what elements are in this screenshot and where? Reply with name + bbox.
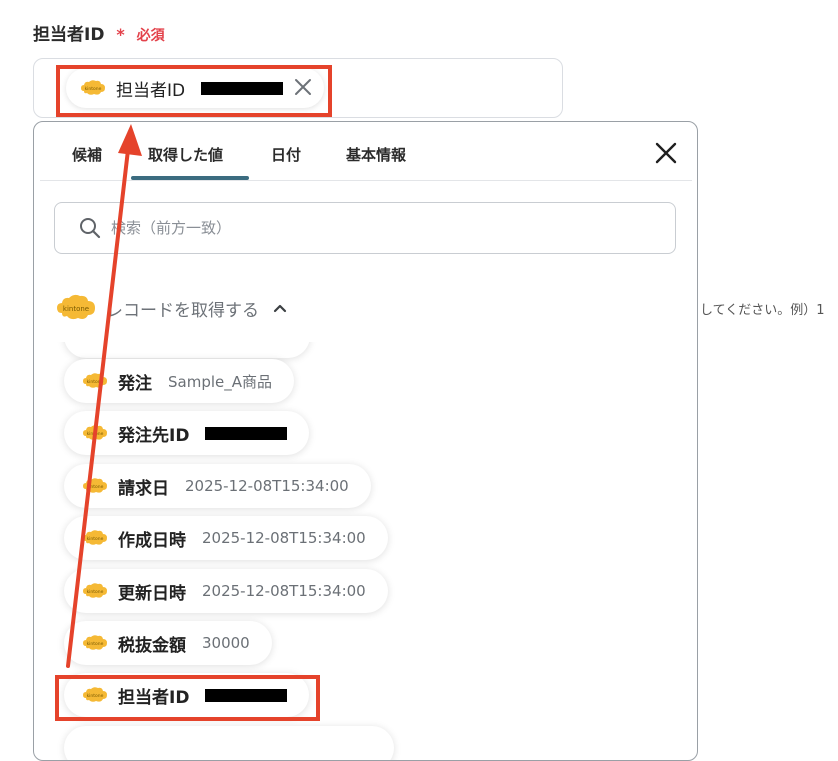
list-item[interactable]: kintone 税抜金額 30000	[64, 621, 272, 665]
tab-date[interactable]: 日付	[271, 144, 301, 165]
item-value: 2025-12-08T15:34:00	[185, 477, 349, 495]
item-name: 税抜金額	[118, 635, 186, 656]
active-tab-indicator	[131, 176, 249, 180]
search-input[interactable]	[109, 218, 633, 238]
list-item[interactable]: kintone 作成日時 2025-12-08T15:34:00	[64, 516, 388, 560]
svg-text:kintone: kintone	[87, 484, 104, 490]
item-name: 発注先ID	[118, 425, 190, 446]
tab-basic-info[interactable]: 基本情報	[346, 144, 406, 165]
tab-retrieved-values[interactable]: 取得した値	[148, 144, 223, 165]
search-icon	[80, 218, 101, 239]
field-label: 担当者ID * 必須	[33, 20, 165, 45]
chevron-up-icon	[273, 304, 287, 313]
kintone-icon: kintone	[83, 478, 107, 493]
group-header-get-record[interactable]: kintone レコードを取得する	[56, 293, 287, 323]
redacted-value	[205, 426, 288, 440]
tab-divider	[40, 180, 692, 181]
close-icon[interactable]	[654, 141, 678, 165]
item-value: 30000	[202, 634, 250, 652]
required-text: 必須	[136, 28, 165, 44]
item-name: 発注	[118, 373, 152, 394]
list-item[interactable]: kintone 請求日 2025-12-08T15:34:00	[64, 464, 371, 508]
item-value: 2025-12-08T15:34:00	[202, 582, 366, 600]
kintone-icon: kintone	[83, 425, 107, 440]
kintone-icon: kintone	[57, 294, 95, 320]
svg-text:kintone: kintone	[63, 305, 89, 313]
list-item[interactable]: kintone 発注先ID	[64, 411, 310, 455]
list-item-partial[interactable]	[64, 726, 394, 760]
item-value: 2025-12-08T15:34:00	[202, 529, 366, 547]
highlight-box-selected	[56, 65, 332, 117]
kintone-icon: kintone	[83, 583, 107, 598]
background-hint-text: してください。例）1	[700, 303, 825, 318]
tab-candidates[interactable]: 候補	[72, 144, 102, 165]
item-name: 作成日時	[118, 530, 186, 551]
required-mark: *	[116, 25, 125, 44]
item-value: Sample_A商品	[168, 372, 273, 391]
svg-text:kintone: kintone	[87, 431, 104, 437]
item-name: 更新日時	[118, 583, 186, 604]
svg-text:kintone: kintone	[87, 379, 104, 385]
highlight-box-source	[55, 675, 320, 721]
value-picker-panel: 候補 取得した値 日付 基本情報 kintone レコードを取得する kinto…	[33, 121, 698, 761]
list-item[interactable]: kintone 更新日時 2025-12-08T15:34:00	[64, 569, 388, 613]
list-item[interactable]: kintone 発注 Sample_A商品	[64, 359, 295, 403]
kintone-icon: kintone	[83, 530, 107, 545]
svg-text:kintone: kintone	[87, 641, 104, 647]
svg-text:kintone: kintone	[87, 589, 104, 595]
list-item-partial[interactable]	[64, 342, 310, 358]
field-label-text: 担当者ID	[33, 25, 105, 45]
kintone-icon: kintone	[83, 373, 107, 388]
svg-text:kintone: kintone	[87, 536, 104, 542]
group-label: レコードを取得する	[106, 300, 259, 321]
item-name: 請求日	[118, 478, 169, 499]
search-box[interactable]	[54, 202, 676, 254]
kintone-icon: kintone	[83, 635, 107, 650]
